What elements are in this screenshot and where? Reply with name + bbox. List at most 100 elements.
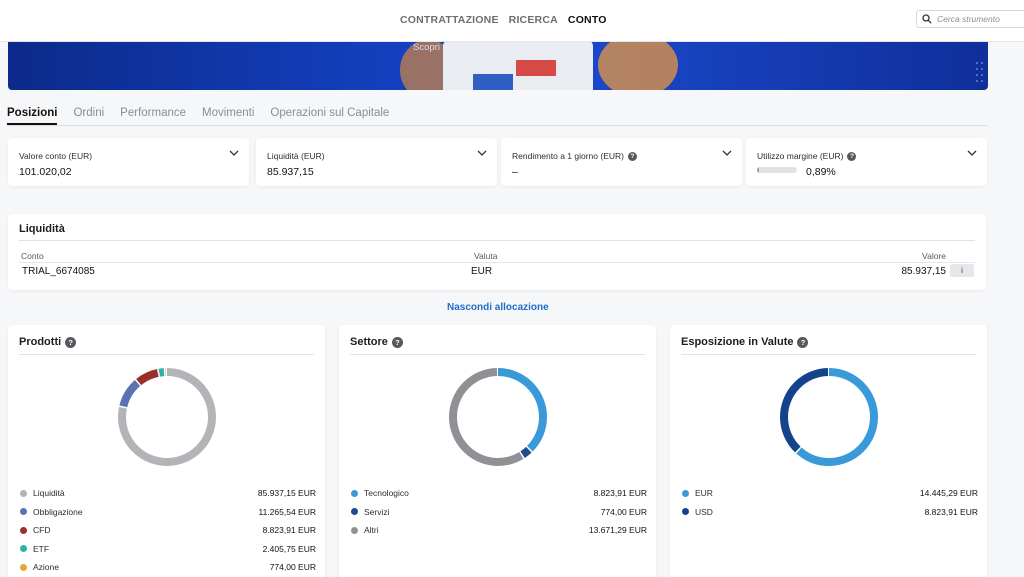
promo-banner[interactable]: Scopri le nuove commissioni di BG SAXO [8,42,988,90]
tab-operazioni-capitale[interactable]: Operazioni sul Capitale [270,107,389,125]
divider [350,354,645,355]
legend-label: Obbligazione [33,506,83,517]
chevron-down-icon[interactable] [967,150,977,157]
col-header-conto: Conto [21,251,44,261]
legend-dot [20,508,27,516]
help-icon[interactable]: ? [797,336,809,348]
legend-dot [20,489,27,497]
legend-dot [351,489,358,497]
search-box[interactable] [916,10,1024,28]
legend-label: CFD [33,525,51,536]
metric-card-rendimento[interactable]: Rendimento a 1 giorno (EUR)? – [501,138,742,186]
hide-allocation-link[interactable]: Nascondi allocazione [447,302,549,313]
help-icon[interactable]: ? [627,151,637,161]
legend-dot [682,508,689,516]
divider [681,354,976,355]
tab-ordini[interactable]: Ordini [73,107,104,125]
tab-posizioni[interactable]: Posizioni [7,107,58,125]
legend-dot [351,526,358,534]
metric-value: – [512,166,518,178]
metric-label: Valore conto (EUR) [19,151,92,161]
legend-dot [20,563,27,571]
cell-value: 85.937,15 [901,266,947,277]
allocation-title: Settore? [350,336,403,348]
search-input[interactable] [937,14,1024,24]
legend-amount: 14.445,29 EUR [919,488,978,499]
legend-row: ETF 2.405,75 EUR [19,540,316,559]
legend-row: Altri 13.671,29 EUR [350,521,647,540]
info-button[interactable]: i [950,264,974,277]
legend-row: Obbligazione 11.265,54 EUR [19,503,316,522]
margin-usage-bar [757,167,797,173]
divider [19,262,975,263]
legend-dot [351,508,358,516]
donut-chart [780,368,878,466]
metric-value: 85.937,15 [267,166,314,178]
donut-chart [118,368,216,466]
legend-label: ETF [33,543,50,554]
allocation-title-text: Prodotti [19,336,62,348]
allocation-card-settore: Settore? Tecnologico 8.823,91 EUR Servizi 7… [339,325,656,577]
chevron-down-icon[interactable] [722,150,732,157]
help-icon[interactable]: ? [847,151,857,161]
legend-label: Servizi [364,506,390,517]
legend-dot [20,526,27,534]
cell-account: TRIAL_6674085 [22,266,95,277]
col-header-valore: Valore [922,251,946,261]
nav-ricerca[interactable]: RICERCA [509,14,558,26]
liquidity-panel: Liquidità Conto Valuta Valore TRIAL_6674… [8,214,986,290]
legend-label: USD [695,506,713,517]
liquidity-title: Liquidità [19,223,65,235]
divider [19,240,975,241]
legend-amount: 8.823,91 EUR [924,506,978,517]
banner-dots-icon [976,62,983,82]
legend: Liquidità 85.937,15 EUR Obbligazione 11.265… [19,484,316,577]
search-icon [922,14,932,24]
help-icon[interactable]: ? [391,336,403,348]
legend-amount: 8.823,91 EUR [593,488,647,499]
legend-label: Azione [33,562,59,573]
legend: EUR 14.445,29 EUR USD 8.823,91 EUR [681,484,978,521]
legend-amount: 8.823,91 EUR [262,525,316,536]
allocation-title: Esposizione in Valute? [681,336,809,348]
legend-label: Altri [364,525,379,536]
legend-amount: 774,00 EUR [600,506,647,517]
allocation-card-prodotti: Prodotti? Liquidità 85.937,15 EUR Obbligaz… [8,325,325,577]
legend-row: Azione 774,00 EUR [19,558,316,577]
legend-row: EUR 14.445,29 EUR [681,484,978,503]
legend-amount: 13.671,29 EUR [588,525,647,536]
cell-currency: EUR [471,266,493,277]
legend-row: Liquidità 85.937,15 EUR [19,484,316,503]
metric-label-text: Rendimento a 1 giorno (EUR) [512,151,624,161]
legend-row: Tecnologico 8.823,91 EUR [350,484,647,503]
legend-amount: 2.405,75 EUR [262,543,316,554]
legend-amount: 85.937,15 EUR [257,488,316,499]
legend-row: USD 8.823,91 EUR [681,503,978,522]
legend-label: Tecnologico [364,488,409,499]
metric-card-valore-conto[interactable]: Valore conto (EUR) 101.020,02 [8,138,249,186]
legend-amount: 11.265,54 EUR [258,506,317,517]
account-tabs: Posizioni Ordini Performance Movimenti O… [7,107,987,126]
allocation-title-text: Settore [350,336,388,348]
margin-usage-fill [757,167,759,173]
tab-movimenti[interactable]: Movimenti [202,107,254,125]
donut-chart [449,368,547,466]
col-header-valuta: Valuta [474,251,498,261]
allocation-card-valute: Esposizione in Valute? EUR 14.445,29 EUR U… [670,325,987,577]
divider [19,354,314,355]
legend-row: Servizi 774,00 EUR [350,503,647,522]
help-icon[interactable]: ? [65,336,77,348]
legend-row: CFD 8.823,91 EUR [19,521,316,540]
chevron-down-icon[interactable] [229,150,239,157]
metric-card-liquidita[interactable]: Liquidità (EUR) 85.937,15 [256,138,497,186]
legend-amount: 774,00 EUR [269,562,316,573]
tab-performance[interactable]: Performance [120,107,186,125]
metric-label-text: Liquidità (EUR) [267,151,325,161]
chevron-down-icon[interactable] [477,150,487,157]
legend-dot [682,489,689,497]
metric-value: 0,89% [806,166,836,178]
metric-card-utilizzo-margine[interactable]: Utilizzo margine (EUR)? 0,89% [746,138,987,186]
nav-contrattazione[interactable]: CONTRATTAZIONE [400,14,499,26]
metric-label: Utilizzo margine (EUR)? [757,151,857,161]
nav-conto[interactable]: CONTO [568,14,607,26]
